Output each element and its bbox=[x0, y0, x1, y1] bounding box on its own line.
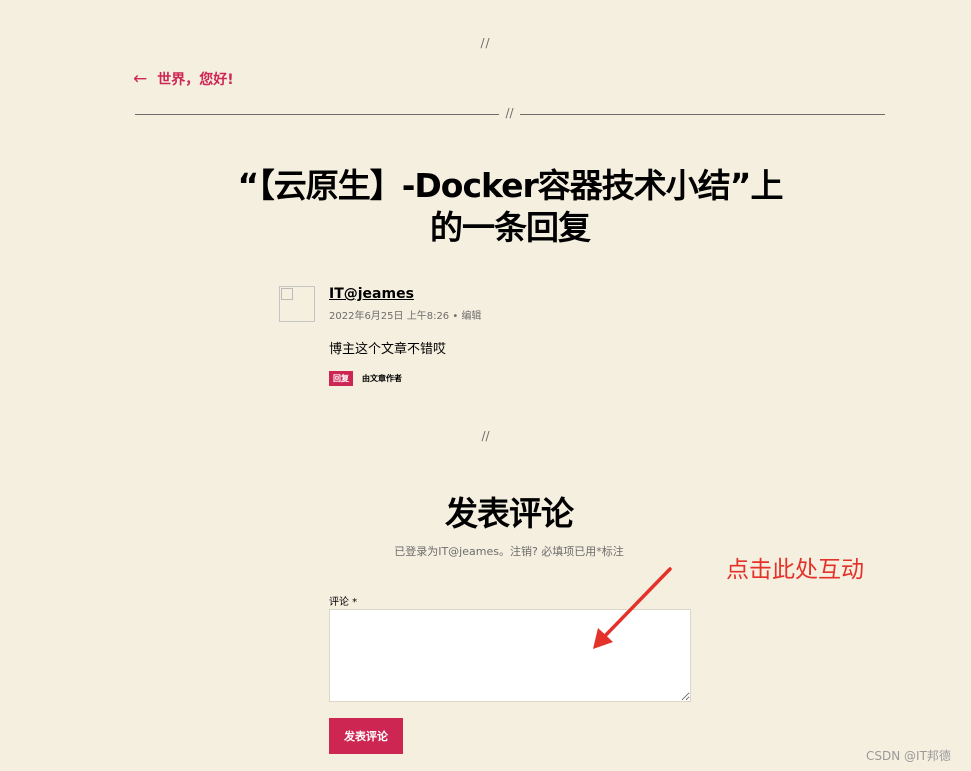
logout-link[interactable]: 注销? bbox=[510, 545, 538, 558]
comment-meta: 2022年6月25日 上午8:26 • 编辑 bbox=[329, 307, 481, 322]
divider-mark: // bbox=[505, 106, 514, 120]
meta-separator: • bbox=[449, 311, 462, 322]
logged-in-suffix: 。 bbox=[498, 545, 510, 558]
divider-right bbox=[520, 114, 885, 115]
submit-comment-button[interactable]: 发表评论 bbox=[329, 718, 403, 754]
page-title: “【云原生】-Docker容器技术小结”上的一条回复 bbox=[237, 166, 784, 247]
edit-link[interactable]: 编辑 bbox=[461, 311, 481, 322]
separator-middle: // bbox=[481, 429, 490, 443]
broken-image-icon bbox=[281, 288, 293, 300]
red-arrow-icon bbox=[593, 567, 672, 649]
required-note: 必填项已用*标注 bbox=[537, 545, 624, 558]
comment-form-title: 发表评论 bbox=[445, 494, 574, 533]
comment-date[interactable]: 2022年6月25日 上午8:26 bbox=[329, 311, 449, 322]
reply-button[interactable]: 回复 bbox=[329, 371, 353, 386]
comment-author-link[interactable]: IT@jeames bbox=[329, 286, 414, 302]
separator-top: // bbox=[480, 36, 491, 50]
back-link[interactable]: ← 世界，您好! bbox=[133, 69, 234, 89]
comment-text: 博主这个文章不错哎 bbox=[329, 342, 447, 357]
by-author-badge: 由文章作者 bbox=[362, 374, 402, 383]
logged-in-prefix: 已登录为 bbox=[394, 545, 439, 558]
comment-field-label: 评论 * bbox=[329, 597, 358, 608]
back-link-label: 世界，您好! bbox=[157, 72, 234, 88]
divider-left bbox=[135, 114, 499, 115]
profile-link[interactable]: IT@jeames bbox=[438, 545, 499, 558]
watermark: CSDN @IT邦德 bbox=[866, 749, 951, 763]
avatar bbox=[279, 286, 315, 322]
left-arrow-icon: ← bbox=[133, 69, 148, 89]
annotation-text: 点击此处互动 bbox=[726, 557, 864, 583]
